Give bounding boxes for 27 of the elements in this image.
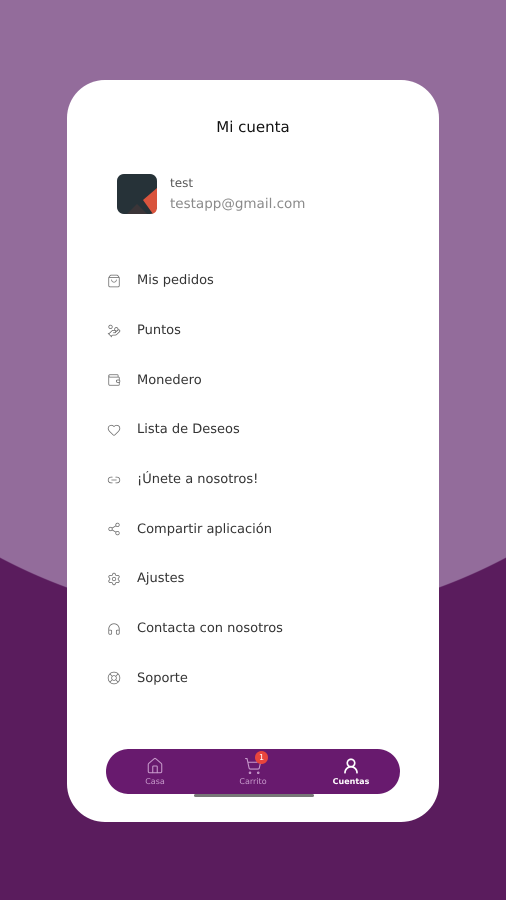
wallet-icon	[107, 373, 121, 388]
menu-item[interactable]: ¡Únete a nosotros!	[137, 472, 258, 488]
menu-item[interactable]: Soporte	[137, 670, 188, 686]
menu-item[interactable]: Ajustes	[137, 571, 184, 586]
settings-icon	[107, 572, 121, 586]
menu-item[interactable]: Monedero	[137, 372, 202, 388]
bag-icon	[107, 274, 121, 288]
user-email: testapp@gmail.com	[170, 196, 306, 212]
house-icon	[146, 757, 164, 775]
user-name: test	[170, 176, 194, 190]
lifebuoy-icon	[107, 671, 121, 686]
heart-icon	[107, 422, 121, 437]
hand-coins-icon	[107, 324, 121, 338]
user-icon	[342, 757, 360, 775]
share-icon	[107, 522, 121, 536]
headphones-icon	[107, 622, 121, 636]
nav-tab[interactable]: Casa	[125, 751, 185, 786]
count-badge: 1	[255, 751, 268, 764]
page-title: Mi cuenta	[216, 118, 290, 136]
menu-item[interactable]: Contacta con nosotros	[137, 621, 283, 636]
menu-item[interactable]: Mis pedidos	[137, 273, 214, 288]
menu-item[interactable]: Puntos	[137, 323, 181, 338]
menu-item[interactable]: Compartir aplicación	[137, 522, 272, 537]
nav-tab[interactable]: Cuentas	[321, 751, 381, 786]
avatar-icon	[117, 174, 157, 214]
nav-tab[interactable]: Carrito 1	[223, 751, 283, 786]
menu-item[interactable]: Lista de Deseos	[137, 422, 240, 438]
